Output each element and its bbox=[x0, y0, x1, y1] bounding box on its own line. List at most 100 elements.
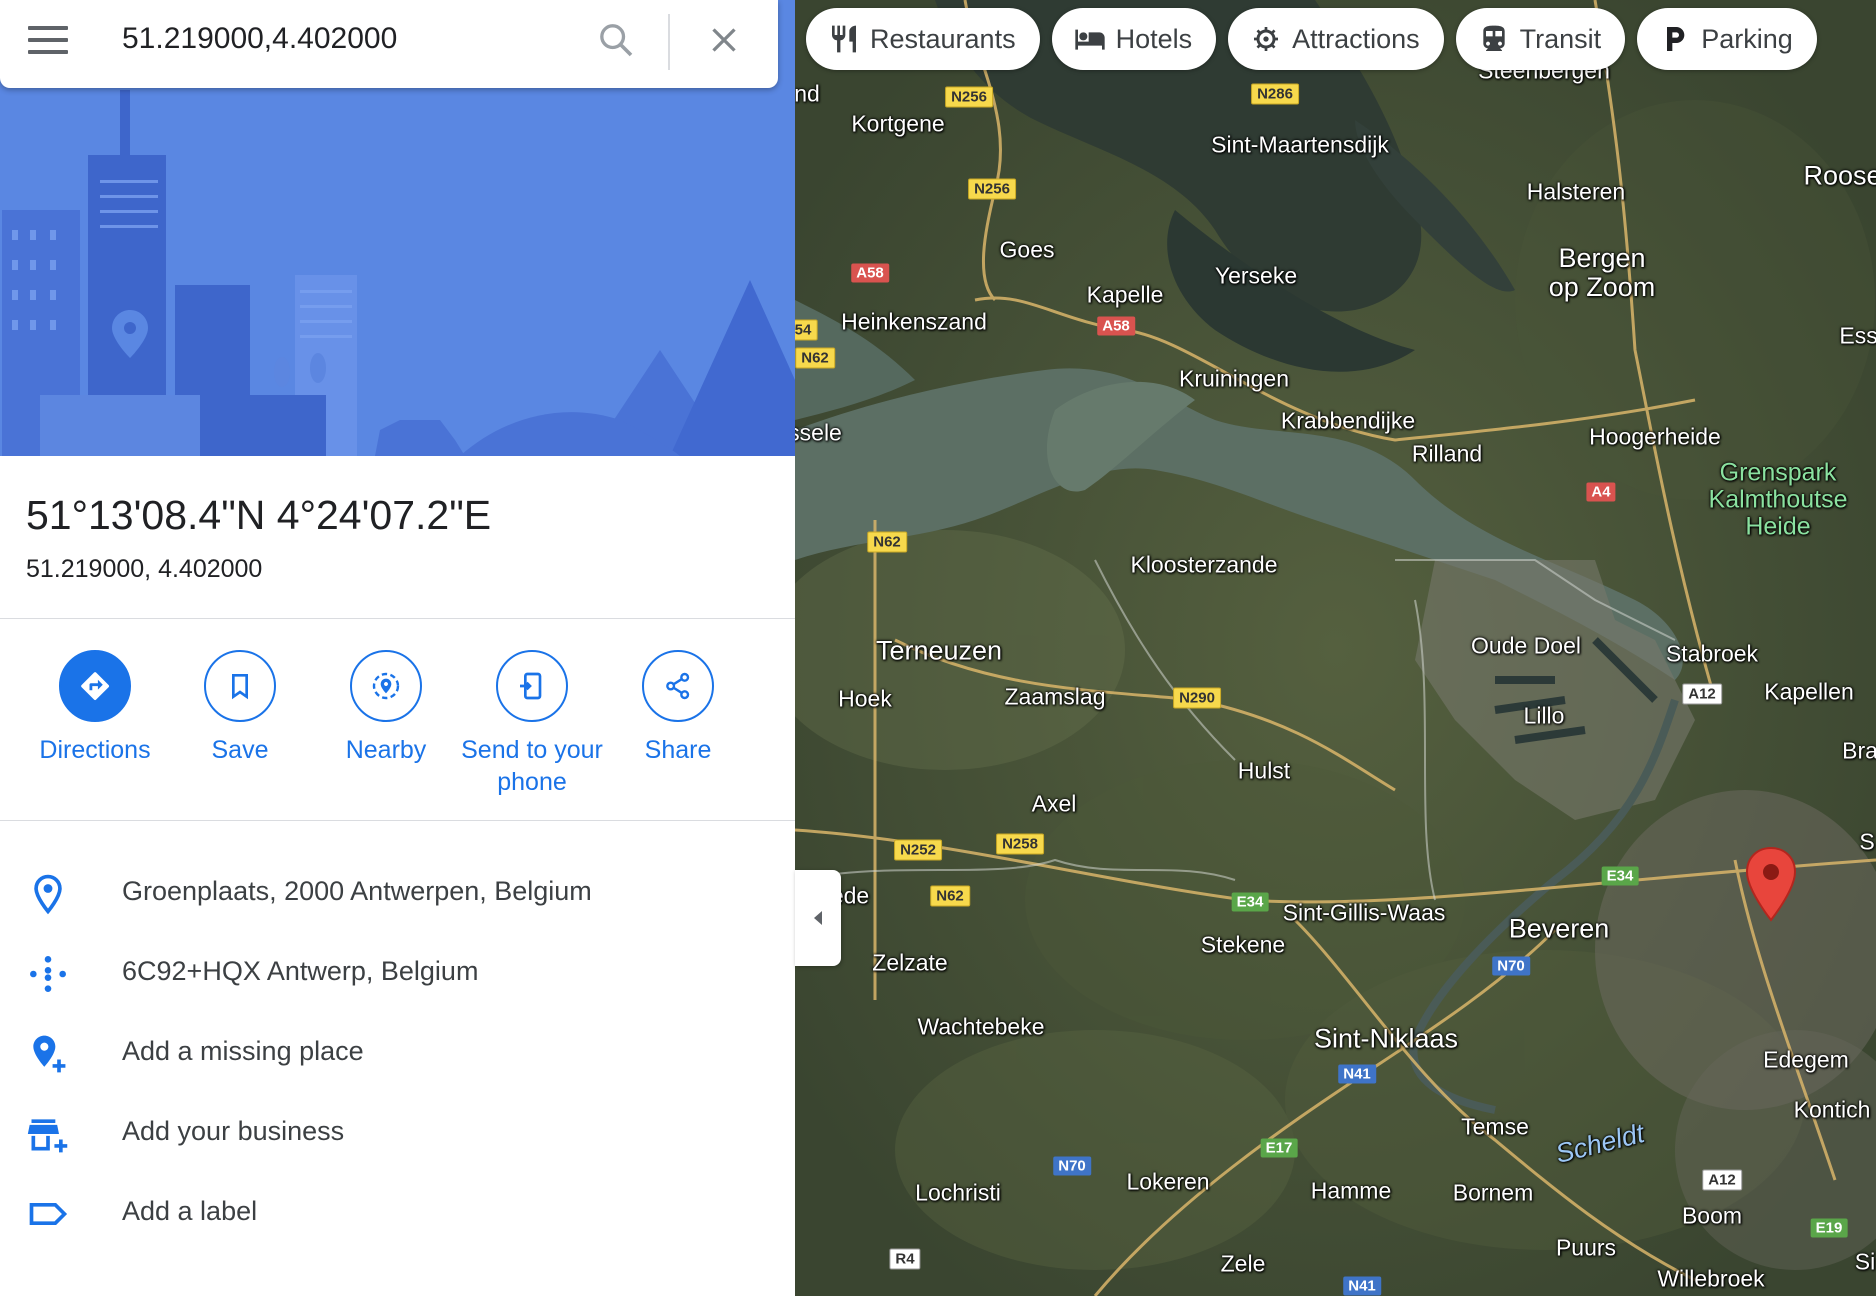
directions-icon bbox=[81, 672, 110, 701]
map-label[interactable]: Sint-Gillis-Waas bbox=[1283, 900, 1446, 926]
map-label[interactable]: Hulst bbox=[1238, 758, 1290, 784]
info-text: Add a missing place bbox=[122, 1036, 364, 1066]
road-shield: A58 bbox=[851, 263, 889, 283]
map-label[interactable]: Krabbendijke bbox=[1281, 408, 1415, 434]
map-label[interactable]: Boom bbox=[1682, 1203, 1742, 1229]
road-shield: E34 bbox=[1601, 866, 1639, 886]
map-label[interactable]: Bergen op Zoom bbox=[1542, 243, 1662, 302]
info-row-add-business[interactable]: Add your business bbox=[0, 1102, 795, 1162]
map-label[interactable]: Sint-Maartensdijk bbox=[1211, 132, 1389, 158]
category-chips: Restaurants Hotels Attractions Transit P… bbox=[806, 8, 1817, 70]
map-label[interactable]: Grenspark Kalmthoutse Heide bbox=[1698, 459, 1858, 541]
chevron-left-icon bbox=[814, 911, 822, 925]
road-shield: A4 bbox=[1586, 482, 1616, 502]
restaurant-icon bbox=[832, 25, 856, 53]
chip-attractions[interactable]: Attractions bbox=[1228, 8, 1444, 70]
road-shield: A12 bbox=[1702, 1169, 1742, 1191]
divider bbox=[668, 14, 670, 70]
road-shield: A12 bbox=[1682, 683, 1722, 705]
map-label[interactable]: Temse bbox=[1461, 1114, 1529, 1140]
chip-parking[interactable]: Parking bbox=[1637, 8, 1817, 70]
map-label[interactable]: ssele bbox=[795, 420, 842, 446]
map-label[interactable]: Wachtebeke bbox=[918, 1014, 1045, 1040]
map-label[interactable]: Beveren bbox=[1509, 914, 1610, 943]
road-shield: N41 bbox=[1338, 1064, 1376, 1084]
info-row-plus-code[interactable]: 6C92+HQX Antwerp, Belgium bbox=[0, 942, 795, 1002]
map-label[interactable]: Goes bbox=[1000, 237, 1055, 263]
share-button[interactable]: Share bbox=[588, 650, 768, 766]
divider bbox=[0, 820, 795, 821]
search-bar[interactable]: 51.219000,4.402000 bbox=[0, 0, 778, 88]
road-shield: N41 bbox=[1343, 1276, 1381, 1296]
plus-code-icon bbox=[30, 956, 66, 992]
info-text: Add a label bbox=[122, 1196, 258, 1226]
map-label[interactable]: Si bbox=[1855, 1249, 1875, 1275]
map-label[interactable]: Oude Doel bbox=[1471, 633, 1581, 659]
map-label[interactable]: Kortgene bbox=[851, 111, 944, 137]
map-label[interactable]: nd bbox=[795, 81, 820, 107]
menu-icon[interactable] bbox=[28, 26, 68, 58]
map-label[interactable]: Hoogerheide bbox=[1589, 424, 1721, 450]
map-label[interactable]: S bbox=[1859, 829, 1874, 855]
close-icon[interactable] bbox=[706, 22, 742, 58]
map-label[interactable]: Kruiningen bbox=[1179, 366, 1289, 392]
road-shield: N70 bbox=[1053, 1156, 1091, 1176]
map-label[interactable]: Zaamslag bbox=[1005, 684, 1106, 710]
info-row-add-label[interactable]: Add a label bbox=[0, 1182, 795, 1242]
chip-restaurants[interactable]: Restaurants bbox=[806, 8, 1040, 70]
map-label[interactable]: Heinkenszand bbox=[841, 309, 987, 335]
search-icon[interactable] bbox=[596, 20, 636, 60]
chip-label: Hotels bbox=[1115, 23, 1193, 54]
share-icon bbox=[666, 672, 690, 700]
map-label[interactable]: Hamme bbox=[1311, 1178, 1392, 1204]
map-label[interactable]: Halsteren bbox=[1527, 179, 1625, 205]
place-decimal-coordinates: 51.219000, 4.402000 bbox=[26, 555, 263, 583]
collapse-panel-button[interactable] bbox=[795, 870, 841, 966]
road-shield: N62 bbox=[795, 347, 835, 369]
map-label[interactable]: Kloosterzande bbox=[1130, 552, 1277, 578]
map-label[interactable]: Kapellen bbox=[1764, 679, 1854, 705]
label-icon bbox=[29, 1203, 68, 1225]
map-label[interactable]: Roosen bbox=[1803, 161, 1876, 190]
map-label[interactable]: Zele bbox=[1221, 1251, 1266, 1277]
info-row-add-place[interactable]: Add a missing place bbox=[0, 1022, 795, 1082]
chip-transit[interactable]: Transit bbox=[1455, 8, 1626, 70]
map-label[interactable]: Yerseke bbox=[1215, 263, 1297, 289]
attractions-icon bbox=[1254, 27, 1279, 51]
map-label[interactable]: Zelzate bbox=[872, 950, 947, 976]
location-marker-icon[interactable] bbox=[1745, 846, 1797, 922]
map-label[interactable]: Stabroek bbox=[1666, 641, 1758, 667]
map-label[interactable]: Lokeren bbox=[1126, 1169, 1209, 1195]
search-input[interactable]: 51.219000,4.402000 bbox=[122, 22, 397, 56]
chip-label: Transit bbox=[1519, 23, 1602, 54]
road-shield: N252 bbox=[894, 839, 942, 861]
map-label[interactable]: Bornem bbox=[1453, 1180, 1534, 1206]
map-label[interactable]: Kapelle bbox=[1087, 282, 1164, 308]
map-label[interactable]: Kontich bbox=[1794, 1097, 1871, 1123]
map-label[interactable]: Esse bbox=[1839, 323, 1876, 349]
map-label[interactable]: Axel bbox=[1032, 791, 1077, 817]
road-shield: N290 bbox=[1173, 687, 1221, 709]
map-label[interactable]: Bra bbox=[1842, 738, 1876, 764]
side-panel: 51.219000,4.402000 51°13'08.4"N 4°24'07.… bbox=[0, 0, 795, 1296]
divider bbox=[0, 618, 795, 619]
info-row-address[interactable]: Groenplaats, 2000 Antwerpen, Belgium bbox=[0, 862, 795, 922]
map-label[interactable]: Lillo bbox=[1524, 703, 1565, 729]
map-label[interactable]: Puurs bbox=[1556, 1235, 1616, 1261]
road-shield: E34 bbox=[1231, 892, 1269, 912]
add-business-icon bbox=[27, 1119, 68, 1153]
map-label[interactable]: Stekene bbox=[1201, 932, 1285, 958]
map-label[interactable]: Terneuzen bbox=[876, 636, 1002, 665]
map-label[interactable]: Hoek bbox=[838, 686, 892, 712]
map-label[interactable]: Edegem bbox=[1763, 1047, 1849, 1073]
map-label[interactable]: Lochristi bbox=[915, 1180, 1001, 1206]
chip-label: Restaurants bbox=[870, 23, 1016, 54]
road-shield: 54 bbox=[795, 319, 818, 341]
map-view[interactable]: Kortgene Sint-Maartensdijk Halsteren Roo… bbox=[795, 0, 1876, 1296]
road-shield: N256 bbox=[968, 178, 1016, 200]
chip-hotels[interactable]: Hotels bbox=[1051, 8, 1217, 70]
map-label[interactable]: Sint-Niklaas bbox=[1314, 1024, 1458, 1053]
map-label[interactable]: Rilland bbox=[1412, 441, 1482, 467]
map-label[interactable]: Willebroek bbox=[1657, 1266, 1764, 1292]
send-to-phone-icon bbox=[520, 672, 542, 700]
